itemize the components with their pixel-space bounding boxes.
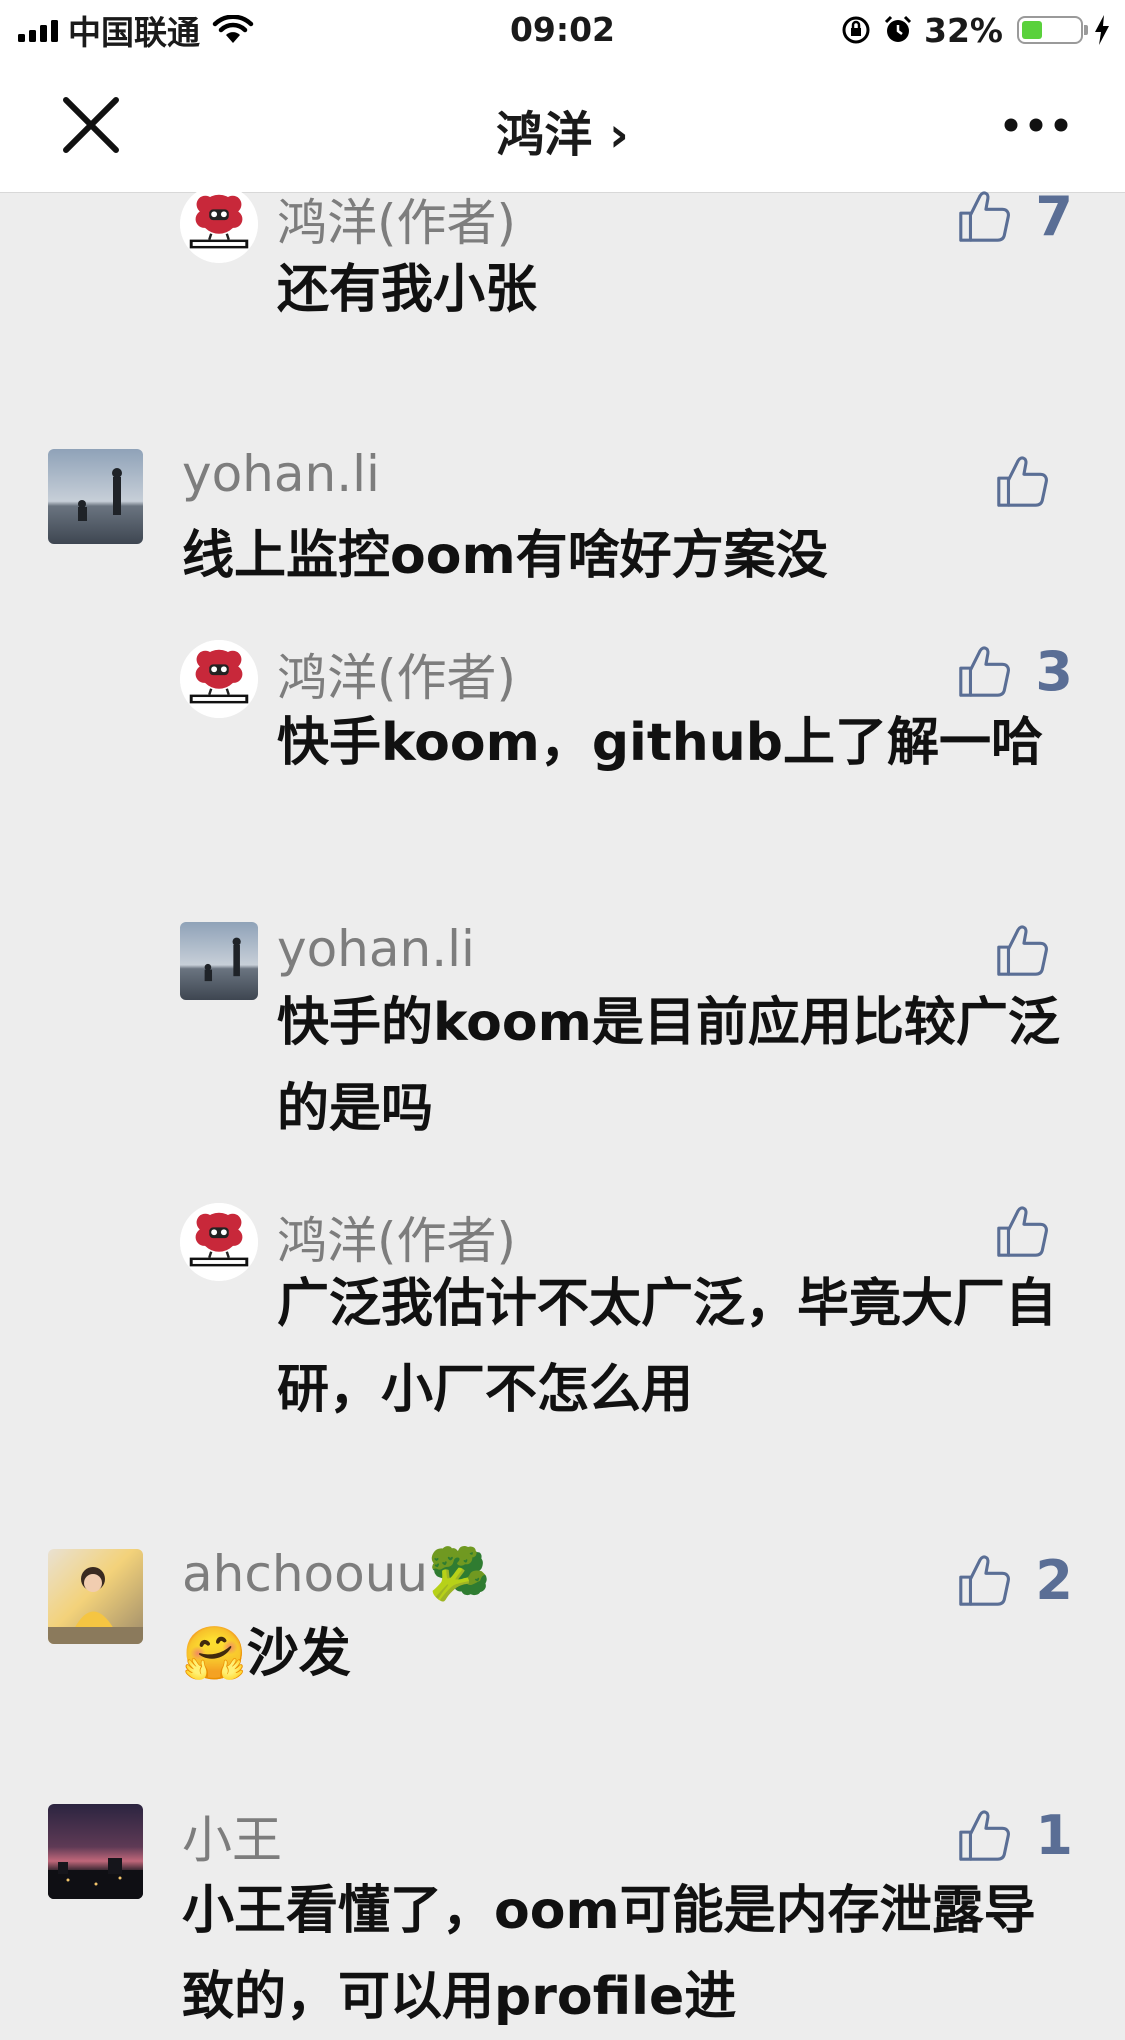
nav-bar: 鸿洋 › xyxy=(0,62,1125,193)
user-avatar[interactable] xyxy=(48,1549,143,1644)
comment-nickname: 鸿洋(作者) xyxy=(277,194,517,252)
battery-icon xyxy=(1017,16,1088,44)
comment-text: 🤗沙发 xyxy=(182,1624,351,1684)
like-count: 7 xyxy=(1035,185,1073,248)
avatar-photo xyxy=(78,468,122,521)
like-count: 3 xyxy=(1035,640,1073,703)
comment-text: 广泛我估计不太广泛，毕竟大厂自研，小厂不怎么用 xyxy=(277,1274,1058,1420)
like-button[interactable] xyxy=(993,922,1073,980)
thumbs-up-icon xyxy=(993,1203,1051,1261)
comment-text: 小王看懂了，oom可能是内存泄露导致的，可以用profile进 xyxy=(182,1881,1036,2027)
like-button[interactable]: 7 xyxy=(955,185,1073,248)
thumbs-up-icon xyxy=(993,453,1051,511)
comment-text: 快手的koom是目前应用比较广泛的是吗 xyxy=(277,993,1060,1139)
orientation-lock-icon xyxy=(842,16,870,44)
thumbs-up-icon xyxy=(993,922,1051,980)
like-button[interactable]: 3 xyxy=(955,640,1073,703)
thumbs-up-icon xyxy=(955,1807,1013,1865)
author-avatar[interactable] xyxy=(180,1203,258,1281)
like-count: 2 xyxy=(1035,1549,1073,1612)
comment-text: 快手koom，github上了解一哈 xyxy=(277,713,1043,773)
user-avatar[interactable] xyxy=(180,922,258,1000)
avatar-photo xyxy=(48,1858,143,1899)
user-avatar[interactable] xyxy=(48,449,143,544)
author-avatar[interactable] xyxy=(180,640,258,718)
like-button[interactable]: 2 xyxy=(955,1549,1073,1612)
thumbs-up-icon xyxy=(955,1552,1013,1610)
comment-text: 还有我小张 xyxy=(277,260,538,320)
page-title[interactable]: 鸿洋 › xyxy=(0,95,1125,165)
comment-text: 线上监控oom有啥好方案没 xyxy=(182,526,828,586)
more-icon[interactable] xyxy=(1001,110,1071,140)
comment-nickname: ahchoouu🥦 xyxy=(182,1545,491,1603)
like-count: 1 xyxy=(1035,1804,1073,1867)
author-avatar[interactable] xyxy=(180,185,258,263)
charging-icon xyxy=(1095,15,1109,45)
avatar-photo xyxy=(48,1567,143,1644)
user-avatar[interactable] xyxy=(48,1804,143,1899)
thumbs-up-icon xyxy=(955,188,1013,246)
alarm-icon xyxy=(884,15,912,42)
avatar-photo xyxy=(204,937,241,982)
like-button[interactable]: 1 xyxy=(955,1804,1073,1867)
status-bar: 中国联通 09:02 32% xyxy=(0,0,1125,62)
comment-nickname: yohan.li xyxy=(277,920,475,978)
comment-nickname: 小王 xyxy=(182,1811,282,1869)
battery-percent: 32% xyxy=(924,10,1003,50)
thumbs-up-icon xyxy=(955,643,1013,701)
comment-nickname: yohan.li xyxy=(182,445,380,503)
status-right: 32% xyxy=(840,10,1111,50)
like-button[interactable] xyxy=(993,1203,1073,1261)
like-button[interactable] xyxy=(993,453,1073,511)
